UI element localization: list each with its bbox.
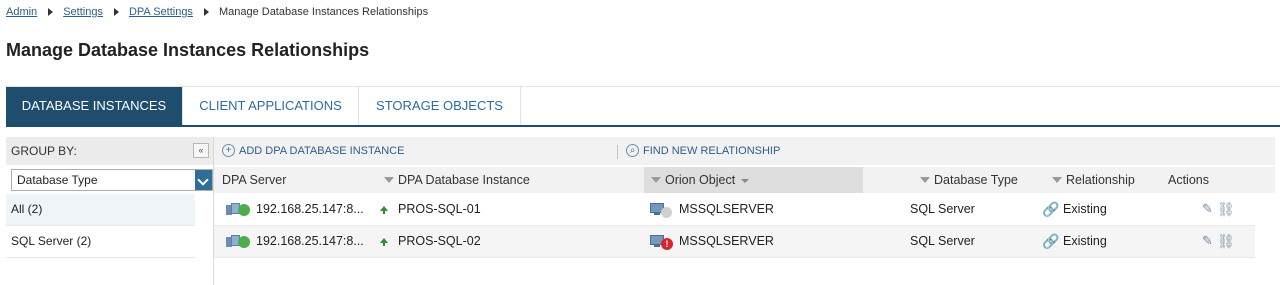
column-actions: Actions <box>1168 167 1209 193</box>
column-dpa-server[interactable]: DPA Server <box>222 167 286 193</box>
column-orion-object[interactable]: Orion Object <box>644 167 863 193</box>
search-circle-icon: ⌕ <box>626 144 639 157</box>
relationship-cell: Existing <box>1063 234 1107 248</box>
find-new-relationship-button[interactable]: ⌕ FIND NEW RELATIONSHIP <box>626 144 780 157</box>
tab-database-instances[interactable]: DATABASE INSTANCES <box>6 87 183 125</box>
dpa-instance-cell[interactable]: PROS-SQL-01 <box>398 194 481 225</box>
link-icon: 🔗 <box>1042 201 1060 217</box>
database-type-cell: SQL Server <box>910 234 975 248</box>
sort-desc-icon <box>741 178 750 183</box>
breadcrumb-dpa-settings[interactable]: DPA Settings <box>129 6 193 18</box>
column-label: Relationship <box>1066 173 1135 187</box>
column-database-type[interactable]: Database Type <box>920 167 1018 193</box>
arrow-up-icon <box>380 238 388 246</box>
breadcrumb-separator-icon <box>113 8 119 16</box>
edit-pencil-icon[interactable]: ✎ <box>1202 233 1213 249</box>
group-item-all[interactable]: All (2) <box>6 194 195 226</box>
column-dpa-database-instance[interactable]: DPA Database Instance <box>384 167 530 193</box>
breadcrumb-current: Manage Database Instances Relationships <box>218 6 429 18</box>
group-item-sql-server[interactable]: SQL Server (2) <box>6 226 195 258</box>
column-label: Database Type <box>934 173 1018 187</box>
column-label: Actions <box>1168 173 1209 187</box>
column-label: DPA Server <box>222 173 287 187</box>
group-by-panel: GROUP BY: « Database Type All (2) SQL Se… <box>6 137 214 285</box>
grid-toolbar: + ADD DPA DATABASE INSTANCE ⌕ FIND NEW R… <box>214 137 1275 165</box>
filter-icon[interactable] <box>920 176 930 183</box>
orion-object-cell[interactable]: MSSQLSERVER <box>679 226 774 257</box>
edit-pencil-icon[interactable]: ✎ <box>1202 201 1213 217</box>
collapse-panel-icon[interactable]: « <box>193 143 209 158</box>
dpa-instance-cell[interactable]: PROS-SQL-02 <box>398 226 481 257</box>
filter-icon[interactable] <box>1052 176 1062 183</box>
status-critical-icon: ! <box>661 238 673 250</box>
toolbar-divider <box>617 145 618 159</box>
add-dpa-instance-button[interactable]: + ADD DPA DATABASE INSTANCE <box>222 144 404 157</box>
page-title: Manage Database Instances Relationships <box>6 40 370 60</box>
breadcrumb-settings[interactable]: Settings <box>63 6 103 18</box>
table-row[interactable]: 192.168.25.147:8... PROS-SQL-02 ! MSSQLS… <box>214 226 1255 258</box>
unlink-icon[interactable]: ⛓ <box>1217 201 1235 218</box>
filter-icon[interactable] <box>384 176 394 183</box>
breadcrumb: Admin Settings DPA Settings Manage Datab… <box>6 6 428 18</box>
column-label: DPA Database Instance <box>398 173 530 187</box>
tab-bar: DATABASE INSTANCES CLIENT APPLICATIONS S… <box>6 86 1280 127</box>
status-unknown-icon <box>661 207 672 218</box>
group-by-select[interactable]: Database Type <box>11 169 213 191</box>
column-relationship[interactable]: Relationship <box>1052 167 1135 193</box>
breadcrumb-admin[interactable]: Admin <box>6 6 37 18</box>
tab-storage-objects[interactable]: STORAGE OBJECTS <box>359 87 521 125</box>
table-header: DPA Server DPA Database Instance Orion O… <box>214 167 1275 193</box>
tab-client-applications[interactable]: CLIENT APPLICATIONS <box>183 87 359 125</box>
orion-object-cell[interactable]: MSSQLSERVER <box>679 194 774 225</box>
group-by-header: GROUP BY: « <box>6 137 213 165</box>
status-up-icon <box>238 236 250 248</box>
find-new-relationship-label: FIND NEW RELATIONSHIP <box>643 144 781 157</box>
unlink-icon[interactable]: ⛓ <box>1217 233 1235 250</box>
link-icon: 🔗 <box>1042 233 1060 249</box>
chevron-down-icon[interactable] <box>195 170 212 190</box>
column-label: Orion Object <box>665 173 736 187</box>
database-type-cell: SQL Server <box>910 202 975 216</box>
group-by-selected-value: Database Type <box>17 173 98 187</box>
breadcrumb-separator-icon <box>203 8 209 16</box>
table-row[interactable]: 192.168.25.147:8... PROS-SQL-01 MSSQLSER… <box>214 194 1255 226</box>
group-by-label: GROUP BY: <box>11 144 77 158</box>
filter-icon[interactable] <box>651 176 661 183</box>
breadcrumb-separator-icon <box>48 8 54 16</box>
dpa-server-cell[interactable]: 192.168.25.147:8... <box>256 226 364 257</box>
arrow-up-icon <box>380 206 388 214</box>
plus-circle-icon: + <box>222 144 235 157</box>
relationship-cell: Existing <box>1063 202 1107 216</box>
status-up-icon <box>238 204 250 216</box>
add-dpa-instance-label: ADD DPA DATABASE INSTANCE <box>239 144 405 157</box>
dpa-server-cell[interactable]: 192.168.25.147:8... <box>256 194 364 225</box>
